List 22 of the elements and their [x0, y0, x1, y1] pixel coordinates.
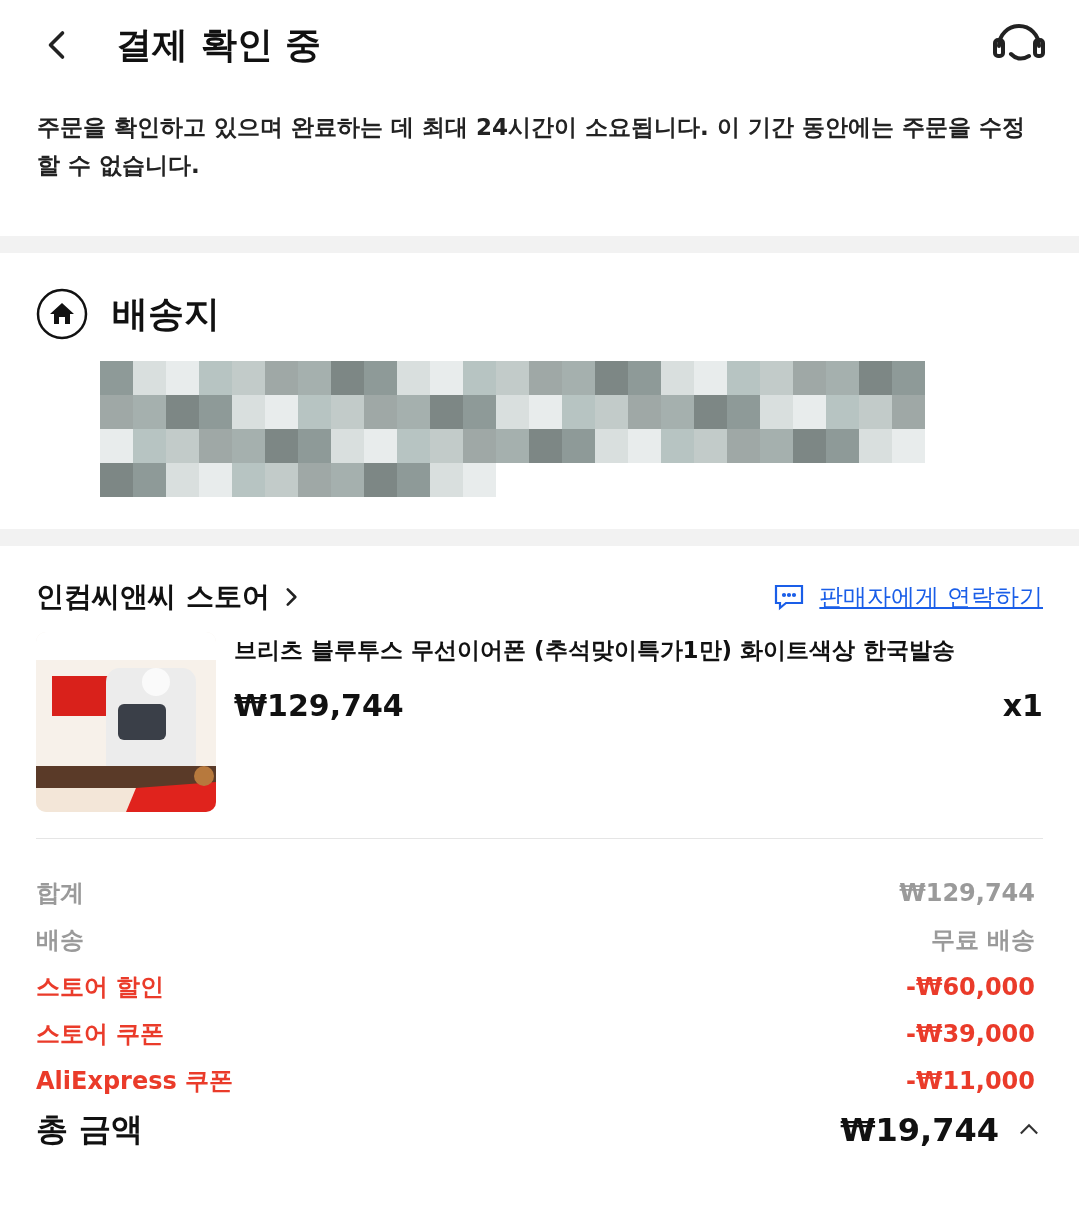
summary-label: 스토어 할인 — [36, 971, 165, 1003]
summary-value: ₩129,744 — [899, 878, 1035, 907]
summary-label: 합계 — [36, 877, 84, 909]
summary-value: 무료 배송 — [930, 924, 1035, 956]
total-value: ₩19,744 — [840, 1111, 999, 1149]
notice-text: 주문을 확인하고 있으며 완료하는 데 최대 24시간이 소요됩니다. 이 기간 동안에는 주문을 수정할 수 없습니다. — [36, 113, 1026, 180]
summary-value: -₩60,000 — [905, 972, 1035, 1001]
product-price: ₩129,744 — [234, 688, 404, 723]
store-link[interactable]: 인컴씨앤씨 스토어 — [36, 578, 304, 616]
home-icon — [36, 288, 88, 340]
product-quantity: x1 — [1002, 688, 1043, 723]
summary-label: 배송 — [36, 924, 84, 956]
summary-label: AliExpress 쿠폰 — [36, 1065, 234, 1097]
total-label: 총 금액 — [36, 1109, 144, 1150]
summary-value: -₩11,000 — [905, 1066, 1035, 1095]
section-title: 배송지 — [112, 291, 220, 336]
chat-icon — [773, 583, 806, 611]
summary-label: 스토어 쿠폰 — [36, 1018, 165, 1050]
contact-seller-link[interactable]: 판매자에게 연락하기 — [773, 581, 1043, 613]
page-title: 결제 확인 중 — [116, 22, 323, 67]
summary-value: -₩39,000 — [905, 1019, 1035, 1048]
product-title: 브리츠 블루투스 무선이어폰 (추석맞이특가1만) 화이트색상 한국발송 — [234, 636, 957, 665]
